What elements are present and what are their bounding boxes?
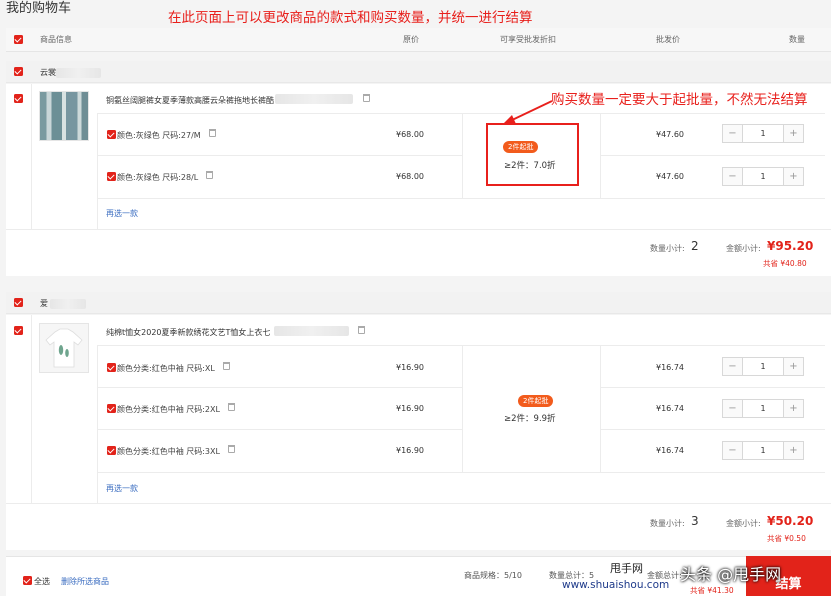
quantity-value[interactable]: 1 <box>743 400 783 417</box>
product-title[interactable]: 纯棉t恤女2020夏季新款绣花文艺T恤女上衣七 <box>106 327 270 338</box>
delete-sku-icon[interactable] <box>228 445 235 453</box>
grand-saved-amount: 共省 ¥41.30 <box>690 586 734 595</box>
product-image[interactable] <box>39 91 89 141</box>
column-discount: 可享受批发折扣 <box>500 35 556 44</box>
decrease-button[interactable]: − <box>723 168 743 185</box>
sku-spec[interactable]: 颜色分类:红色中袖 尺码:3XL <box>117 446 220 457</box>
amount-subtotal-label: 金额小计: <box>726 519 761 528</box>
sku-spec[interactable]: 颜色分类:红色中袖 尺码:2XL <box>117 404 220 415</box>
decrease-button[interactable]: − <box>723 400 743 417</box>
amount-subtotal: ¥95.20 <box>767 239 814 253</box>
column-wholesale: 批发价 <box>656 35 680 44</box>
sku-spec[interactable]: 颜色:灰绿色 尺码:28/L <box>117 172 198 183</box>
product-image[interactable] <box>39 323 89 373</box>
delete-selected-link[interactable]: 删除所选商品 <box>61 576 109 587</box>
decrease-button[interactable]: − <box>723 358 743 375</box>
saved-amount: 共省 ¥40.80 <box>763 259 807 268</box>
decrease-button[interactable]: − <box>723 125 743 142</box>
shop-checkbox[interactable] <box>14 298 23 307</box>
reselect-link[interactable]: 再选一款 <box>106 483 138 494</box>
highlight-box <box>486 123 579 186</box>
sku-checkbox[interactable] <box>107 446 116 455</box>
quantity-value[interactable]: 1 <box>743 125 783 142</box>
increase-button[interactable]: + <box>783 442 803 459</box>
sku-checkbox[interactable] <box>107 404 116 413</box>
quantity-stepper[interactable]: − 1 + <box>722 124 804 143</box>
saved-amount: 共省 ¥0.50 <box>767 534 806 543</box>
delete-product-icon[interactable] <box>358 326 365 334</box>
watermark-url: www.shuaishou.com <box>562 579 670 591</box>
sku-price: ¥16.90 <box>396 446 424 455</box>
qty-subtotal: 2 <box>691 239 699 253</box>
shop-name-redacted <box>50 299 86 309</box>
quantity-stepper[interactable]: − 1 + <box>722 441 804 460</box>
amount-subtotal-label: 金额小计: <box>726 244 761 253</box>
shop-card <box>6 315 831 550</box>
delete-sku-icon[interactable] <box>209 129 216 137</box>
top-annotation: 在此页面上可以更改商品的款式和购买数量，并统一进行结算 <box>168 10 533 26</box>
watermark-brand: 甩手网 <box>610 562 643 575</box>
delete-sku-icon[interactable] <box>228 403 235 411</box>
sku-wholesale-price: ¥47.60 <box>656 130 684 139</box>
quantity-value[interactable]: 1 <box>743 168 783 185</box>
product-checkbox[interactable] <box>14 326 23 335</box>
amount-subtotal: ¥50.20 <box>767 514 814 528</box>
sku-checkbox[interactable] <box>107 172 116 181</box>
delete-sku-icon[interactable] <box>206 171 213 179</box>
shop-name: 爱 <box>40 299 48 308</box>
moq-badge: 2件起批 <box>518 395 554 407</box>
quantity-value[interactable]: 1 <box>743 442 783 459</box>
sku-wholesale-price: ¥47.60 <box>656 172 684 181</box>
quantity-stepper[interactable]: − 1 + <box>722 399 804 418</box>
footer-select-all-checkbox[interactable] <box>23 576 32 585</box>
increase-button[interactable]: + <box>783 358 803 375</box>
increase-button[interactable]: + <box>783 168 803 185</box>
sku-checkbox[interactable] <box>107 130 116 139</box>
moq-annotation: 购买数量一定要大于起批量，不然无法结算 <box>551 92 808 108</box>
shop-bar <box>6 292 831 314</box>
delete-product-icon[interactable] <box>363 94 370 102</box>
page-title: 我的购物车 <box>6 1 72 16</box>
sku-wholesale-price: ¥16.74 <box>656 363 684 372</box>
sku-checkbox[interactable] <box>107 363 116 372</box>
qty-subtotal: 3 <box>691 514 699 528</box>
qty-subtotal-label: 数量小计: <box>650 244 685 253</box>
sku-wholesale-price: ¥16.74 <box>656 404 684 413</box>
annotation-arrow-icon <box>502 100 553 125</box>
increase-button[interactable]: + <box>783 400 803 417</box>
reselect-link[interactable]: 再选一款 <box>106 208 138 219</box>
sku-price: ¥16.90 <box>396 363 424 372</box>
watermark-toutiao: 头条 @甩手网 <box>680 565 782 584</box>
spec-count: 商品规格：5/10 <box>464 571 522 580</box>
sku-spec[interactable]: 颜色分类:红色中袖 尺码:XL <box>117 363 215 374</box>
column-qty: 数量 <box>789 35 805 44</box>
product-title-redacted <box>275 94 353 104</box>
quantity-value[interactable]: 1 <box>743 358 783 375</box>
delete-sku-icon[interactable] <box>223 362 230 370</box>
shop-checkbox[interactable] <box>14 67 23 76</box>
product-title-redacted <box>274 326 349 336</box>
select-all-label[interactable]: 全选 <box>34 576 50 587</box>
quantity-stepper[interactable]: − 1 + <box>722 357 804 376</box>
sku-price: ¥16.90 <box>396 404 424 413</box>
discount-text: ≥2件：9.9折 <box>504 414 556 424</box>
column-price: 原价 <box>403 35 419 44</box>
sku-price: ¥68.00 <box>396 130 424 139</box>
column-product: 商品信息 <box>40 35 72 44</box>
quantity-stepper[interactable]: − 1 + <box>722 167 804 186</box>
shop-name-redacted <box>56 68 101 78</box>
shop-bar <box>6 61 831 83</box>
product-checkbox[interactable] <box>14 94 23 103</box>
shop-name: 云裳 <box>40 68 56 77</box>
sku-price: ¥68.00 <box>396 172 424 181</box>
qty-subtotal-label: 数量小计: <box>650 519 685 528</box>
decrease-button[interactable]: − <box>723 442 743 459</box>
header-select-all-checkbox[interactable] <box>14 35 23 44</box>
product-title[interactable]: 铜氨丝阔腿裤女夏季薄款高腰云朵裤拖地长裤酷 <box>106 95 274 106</box>
sku-spec[interactable]: 颜色:灰绿色 尺码:27/M <box>117 130 201 141</box>
sku-wholesale-price: ¥16.74 <box>656 446 684 455</box>
increase-button[interactable]: + <box>783 125 803 142</box>
